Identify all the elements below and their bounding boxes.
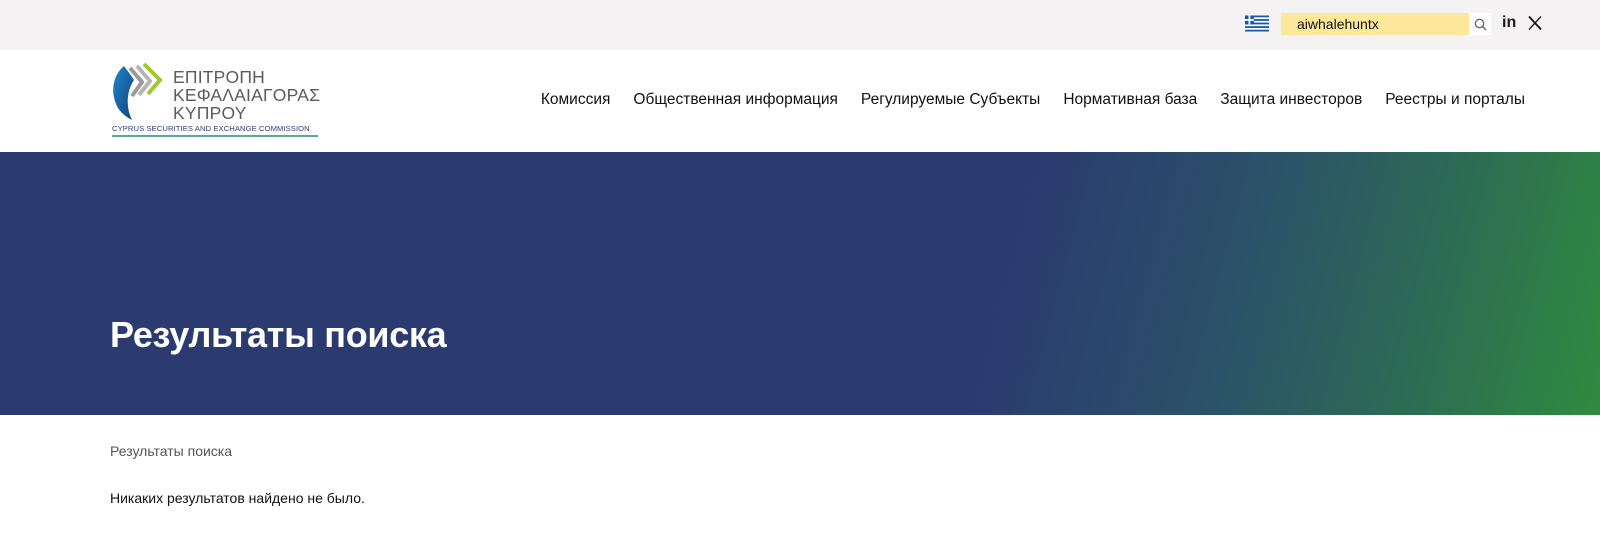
breadcrumb: Результаты поиска — [110, 443, 233, 459]
page-title: Результаты поиска — [110, 314, 447, 355]
logo-wordmark: ΕΠΙΤΡΟΠΗ ΚΕΦΑΛΑΙΑΓΟΡΑΣ ΚΥΠΡΟΥ — [173, 68, 320, 122]
nav-item-registries-portals[interactable]: Реестры и порталы — [1385, 90, 1525, 110]
logo-underline — [112, 135, 318, 137]
search-form — [1281, 13, 1491, 35]
top-utility-bar: in — [0, 0, 1600, 50]
main-nav: Комиссия Общественная информация Регулир… — [518, 90, 1525, 110]
logo-subtitle: CYPRUS SECURITIES AND EXCHANGE COMMISSIO… — [112, 124, 310, 133]
logo-emblem-icon — [113, 62, 163, 120]
logo-line-1: ΕΠΙΤΡΟΠΗ — [173, 67, 266, 87]
search-button[interactable] — [1469, 13, 1491, 35]
site-header: ΕΠΙΤΡΟΠΗ ΚΕΦΑΛΑΙΑΓΟΡΑΣ ΚΥΠΡΟΥ CYPRUS SEC… — [0, 50, 1600, 152]
hero-banner: Результаты поиска — [0, 152, 1600, 415]
x-twitter-icon[interactable] — [1527, 15, 1543, 31]
logo-line-2: ΚΕΦΑΛΑΙΑΓΟΡΑΣ — [173, 85, 321, 105]
linkedin-icon[interactable]: in — [1502, 13, 1516, 33]
logo-line-3: ΚΥΠΡΟΥ — [173, 103, 247, 123]
nav-item-investor-protection[interactable]: Защита инвесторов — [1220, 90, 1362, 110]
greece-flag-icon[interactable] — [1245, 15, 1269, 32]
nav-item-legal-framework[interactable]: Нормативная база — [1063, 90, 1197, 110]
no-results-message: Никаких результатов найдено не было. — [110, 490, 365, 506]
cysec-logo[interactable]: ΕΠΙΤΡΟΠΗ ΚΕΦΑΛΑΙΑΓΟΡΑΣ ΚΥΠΡΟΥ CYPRUS SEC… — [110, 62, 320, 140]
nav-item-commission[interactable]: Комиссия — [541, 90, 611, 110]
search-input[interactable] — [1281, 13, 1469, 35]
nav-item-public-information[interactable]: Общественная информация — [633, 90, 838, 110]
nav-item-regulated-entities[interactable]: Регулируемые Субъекты — [861, 90, 1040, 110]
search-icon — [1474, 18, 1486, 30]
